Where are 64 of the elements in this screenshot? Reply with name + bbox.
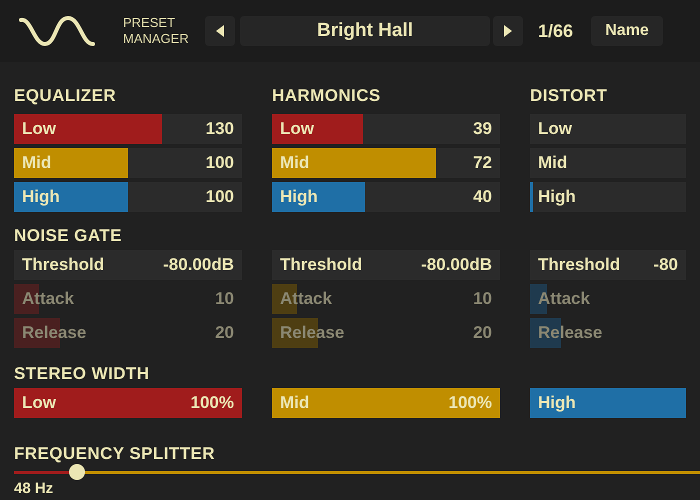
section-title: FREQUENCY SPLITTER <box>14 444 216 464</box>
slider-thumb[interactable] <box>69 464 85 480</box>
previous-button[interactable] <box>205 16 235 46</box>
parameter-label: Mid <box>22 152 52 174</box>
section-title: NOISE GATE <box>14 226 123 246</box>
sort-button[interactable]: Name <box>591 16 664 46</box>
parameter-value: 10 <box>473 288 492 310</box>
parameter-slider[interactable]: Low 130 <box>14 114 242 144</box>
parameter-label: Low <box>22 392 56 414</box>
parameter-value: 100 <box>206 186 234 208</box>
section-title: STEREO WIDTH <box>14 364 150 384</box>
frequency-value: 48 Hz <box>14 480 54 498</box>
parameter-value: 100% <box>448 392 492 414</box>
parameter-value: 20 <box>473 322 492 344</box>
parameter-label: High <box>280 186 318 208</box>
parameter-label: Low <box>22 118 56 140</box>
section-title: DISTORT <box>530 86 608 106</box>
parameter-value: 10 <box>215 288 234 310</box>
next-button[interactable] <box>493 16 523 46</box>
parameter-value: 39 <box>473 118 492 140</box>
parameter-label: Mid <box>280 152 310 174</box>
parameter-label: High <box>538 392 576 414</box>
parameter-label: Attack <box>280 288 332 310</box>
wave-logo-icon <box>18 14 96 48</box>
parameter-value: -80.00dB <box>421 254 492 276</box>
preset-manager-label: PRESET MANAGER <box>123 15 190 47</box>
parameter-value: 100 <box>206 152 234 174</box>
parameter-slider[interactable]: Threshold -80.00dB <box>272 250 500 280</box>
parameter-label: Threshold <box>538 254 620 276</box>
right-triangle-icon <box>503 24 513 38</box>
left-triangle-icon <box>215 24 225 38</box>
frequency-slider[interactable] <box>14 464 700 480</box>
parameter-label: Release <box>538 322 602 344</box>
parameter-label: Threshold <box>22 254 104 276</box>
parameter-value: 40 <box>473 186 492 208</box>
parameter-value: -80 <box>653 254 678 276</box>
parameter-slider[interactable]: High 100 <box>14 182 242 212</box>
preset-name-field[interactable]: Bright Hall <box>240 16 490 46</box>
parameter-value: 72 <box>473 152 492 174</box>
parameter-value: -80.00dB <box>163 254 234 276</box>
parameter-value: 20 <box>215 322 234 344</box>
parameter-slider[interactable]: Threshold -80.00dB <box>14 250 242 280</box>
parameter-label: Attack <box>538 288 590 310</box>
parameter-value: 130 <box>206 118 234 140</box>
parameter-label: High <box>22 186 60 208</box>
parameter-label: Release <box>280 322 344 344</box>
parameter-slider[interactable]: Mid 100 <box>14 148 242 178</box>
parameter-slider[interactable]: High 40 <box>272 182 500 212</box>
parameter-label: Threshold <box>280 254 362 276</box>
parameter-label: Attack <box>22 288 74 310</box>
parameter-label: High <box>538 186 576 208</box>
parameter-slider[interactable]: Low 100% <box>14 388 242 418</box>
section-title: HARMONICS <box>272 86 382 106</box>
parameter-slider[interactable]: High <box>530 388 686 418</box>
parameter-label: Mid <box>280 392 310 414</box>
parameter-slider[interactable]: Mid 72 <box>272 148 500 178</box>
parameter-label: Release <box>22 322 86 344</box>
parameter-slider[interactable]: Threshold -80 <box>530 250 686 280</box>
parameter-slider[interactable]: Low 39 <box>272 114 500 144</box>
preset-counter: 1/66 <box>538 20 574 42</box>
parameter-slider[interactable]: High <box>530 182 686 212</box>
section-title: EQUALIZER <box>14 86 118 106</box>
parameter-label: Low <box>280 118 314 140</box>
parameter-value: 100% <box>190 392 234 414</box>
